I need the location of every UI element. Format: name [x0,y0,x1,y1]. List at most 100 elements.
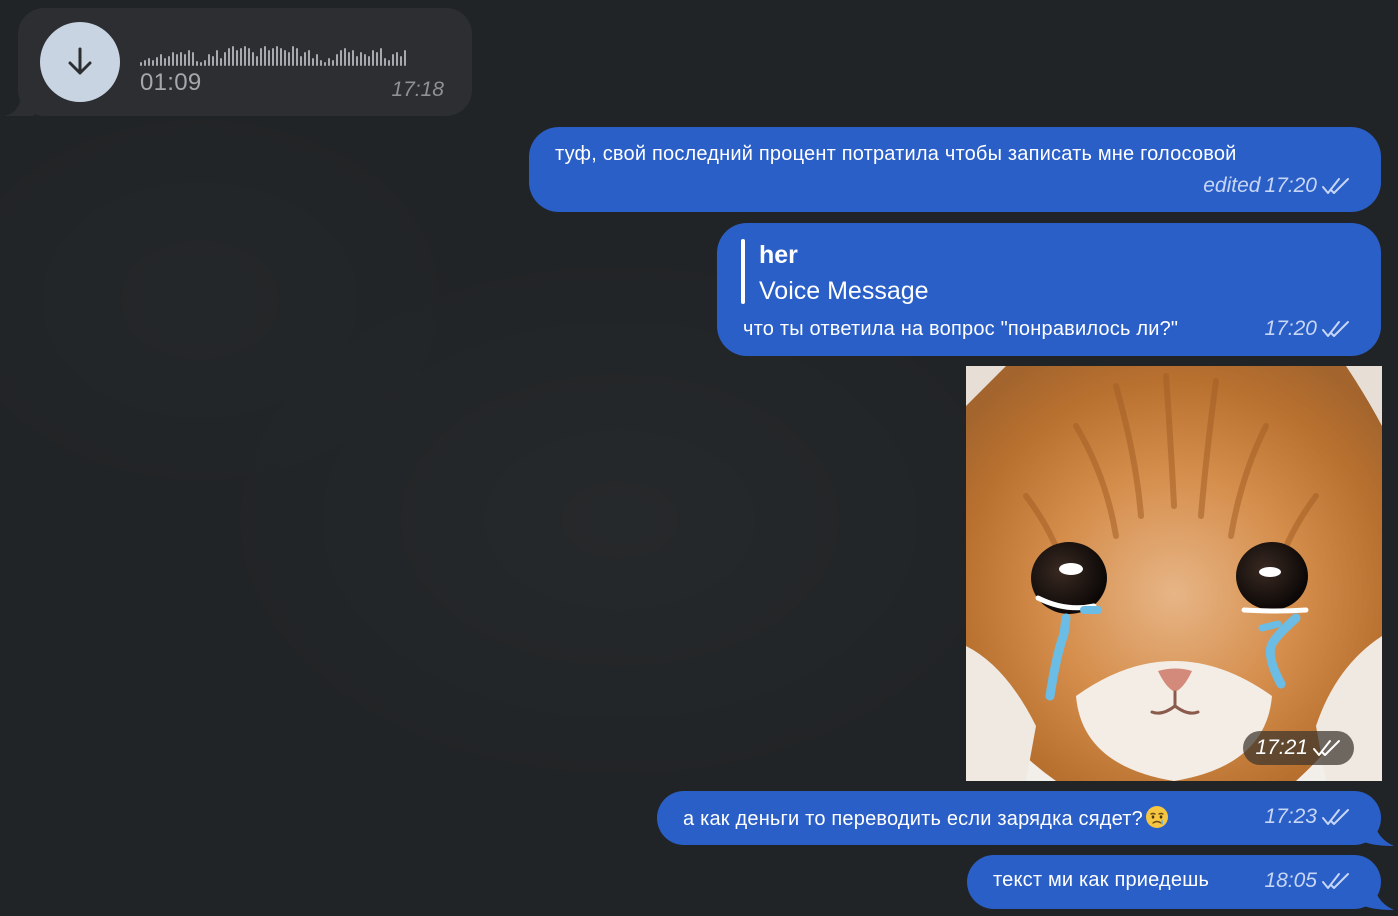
reply-preview[interactable]: Voice Message [759,277,929,306]
waveform-bar [196,61,198,66]
waveform-bar [348,52,350,66]
outgoing-message[interactable]: туф, свой последний процент потратила чт… [529,127,1381,212]
waveform-bar [168,56,170,66]
waveform-bar [320,60,322,66]
waveform-bar [404,50,406,66]
double-check-icon [1322,809,1349,825]
waveform-bar [148,58,150,66]
outgoing-message[interactable]: а как деньги то переводить если зарядка … [657,791,1381,845]
waveform-bar [372,50,374,66]
waveform-bar [228,48,230,66]
reply-quote-bar [741,239,745,304]
waveform-bar [328,58,330,66]
waveform-bar [172,52,174,66]
download-icon [68,47,92,75]
waveform-bar [300,56,302,66]
waveform-bar [236,50,238,66]
waveform-bar [344,48,346,66]
message-text: текст ми как приедешь [993,869,1210,891]
waveform-bar [208,54,210,66]
waveform-bar [216,50,218,66]
waveform-bar [184,54,186,66]
waveform-bar [356,56,358,66]
message-meta: 18:05 [1264,869,1351,893]
waveform-bar [316,54,318,66]
waveform-bar [400,56,402,66]
waveform-bar [304,52,306,66]
photo-message[interactable]: 17:21 [966,366,1382,781]
waveform-bar [340,50,342,66]
waveform-bar [308,50,310,66]
waveform-bar [188,50,190,66]
waveform-bar [264,46,266,66]
waveform-bar [224,52,226,66]
waveform-bar [200,62,202,66]
waveform-bar [192,52,194,66]
waveform-bar [144,60,146,66]
crying-face-emoji-icon [1145,806,1168,828]
message-time: 17:20 [1264,174,1317,197]
incoming-voice-message[interactable]: 01:09 17:18 [18,8,472,116]
download-voice-button[interactable] [40,22,120,102]
message-time: 17:20 [1264,317,1317,340]
waveform-bar [204,60,206,66]
double-check-icon [1313,740,1340,756]
waveform-bar [276,46,278,66]
waveform-bar [388,60,390,66]
waveform-bar [396,52,398,66]
waveform-bar [280,48,282,66]
message-text-row: а как деньги то переводить если зарядка … [683,805,1169,831]
message-text: туф, свой последний процент потратила чт… [555,143,1237,165]
waveform-bar [232,46,234,66]
outgoing-reply-message[interactable]: her Voice Message что ты ответила на воп… [717,223,1381,356]
waveform-bar [268,50,270,66]
message-text: а как деньги то переводить если зарядка … [683,808,1143,830]
waveform-bar [332,60,334,66]
waveform-bar [324,62,326,66]
waveform-bar [256,56,258,66]
waveform-bar [248,48,250,66]
waveform-bar [160,54,162,66]
double-check-icon [1322,321,1349,337]
waveform-bar [292,46,294,66]
photo-time-badge: 17:21 [1243,731,1354,765]
waveform-bar [156,57,158,66]
waveform-bar [180,52,182,66]
waveform-bar [312,58,314,66]
waveform-bar [384,58,386,66]
waveform-bar [252,52,254,66]
waveform-bar [284,50,286,66]
message-text: что ты ответила на вопрос "понравилось л… [743,318,1179,340]
waveform-bar [220,58,222,66]
waveform-bar [140,62,142,66]
waveform-bar [296,48,298,66]
message-meta: 17:23 [1264,805,1351,829]
waveform-bar [368,56,370,66]
double-check-icon [1322,873,1349,889]
outgoing-message[interactable]: текст ми как приедешь 18:05 [967,855,1381,909]
edited-label: edited [1203,174,1261,197]
message-time: 17:21 [1255,736,1308,759]
waveform-bar [176,54,178,66]
waveform-bar [164,58,166,66]
waveform-bar [244,46,246,66]
voice-waveform[interactable] [140,42,406,66]
waveform-bar [152,60,154,66]
waveform-bar [376,52,378,66]
waveform-bar [392,54,394,66]
voice-duration: 01:09 [140,69,202,96]
waveform-bar [336,54,338,66]
message-meta: edited 17:20 [1203,174,1351,198]
waveform-bar [380,48,382,66]
message-time: 17:18 [391,78,444,101]
crying-kitten-photo [966,366,1382,781]
message-time: 18:05 [1264,869,1317,892]
waveform-bar [364,54,366,66]
waveform-bar [272,48,274,66]
waveform-bar [352,50,354,66]
message-meta: 17:20 [1264,317,1351,341]
waveform-bar [260,48,262,66]
waveform-bar [360,52,362,66]
reply-author[interactable]: her [759,241,798,270]
message-time: 17:23 [1264,805,1317,828]
